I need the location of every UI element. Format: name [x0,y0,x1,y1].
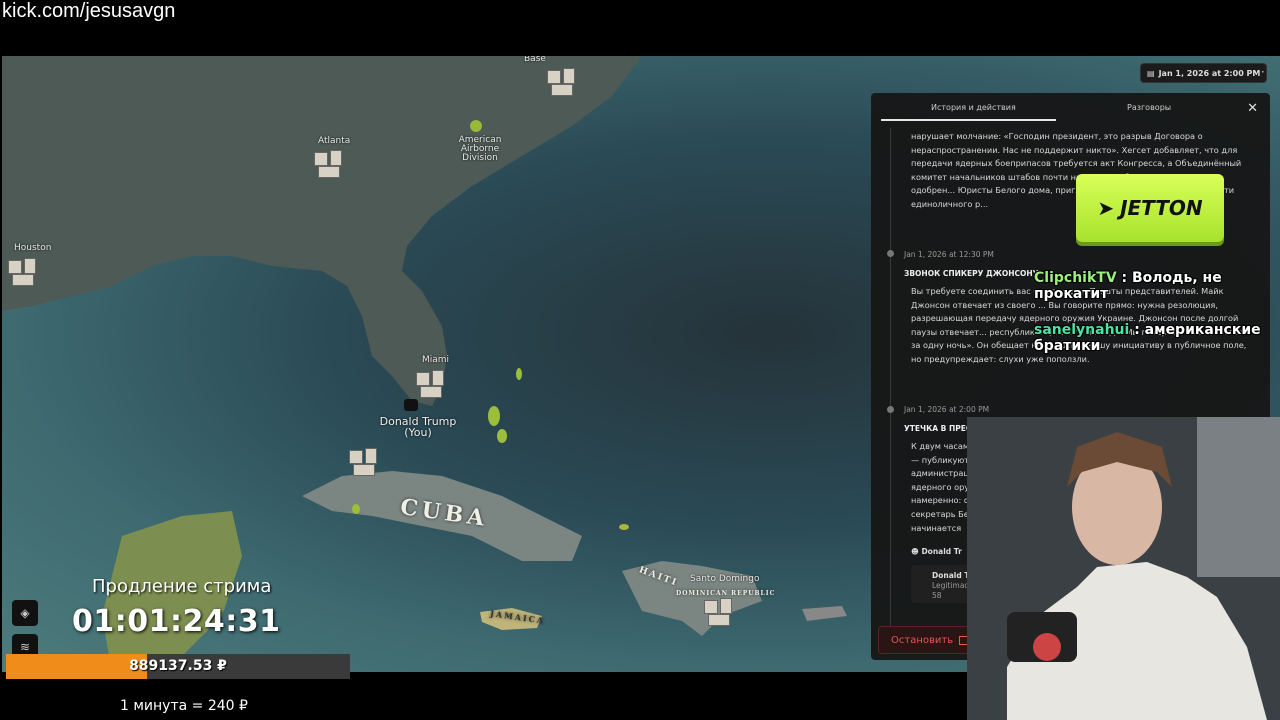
entry-3-text: К двум часам — публикуют администрац яде… [911,441,971,533]
streamer-webcam [967,417,1280,720]
chat-message-1: ClipchikTV : Володь, не прокатит [1034,270,1270,302]
atlanta-city-icon[interactable] [310,146,350,182]
jetton-plane-icon: ➤ [1097,196,1115,220]
sponsor-logo: ➤ JETTON [1076,174,1224,242]
entry-2-date: Jan 1, 2026 at 12:30 PM [904,250,994,259]
ellipsis-icon: ··· [1253,65,1265,79]
miami-city-icon[interactable] [412,366,452,402]
entry-2-dot [887,250,894,257]
author-card-stats: 58 [932,591,942,600]
entry-3-title: УТЕЧКА В ПРЕСС [904,424,977,433]
entry-3-date: Jan 1, 2026 at 2:00 PM [904,405,990,414]
entry-3-dot [887,406,894,413]
city-label-houston: Houston [14,243,52,253]
tab-history[interactable]: История и действия [931,103,1016,112]
close-icon[interactable]: ✕ [1247,101,1258,116]
stop-button[interactable]: Остановить [878,626,970,654]
donation-amount: 889137.53 ₽ [129,658,227,674]
entry-3-author: Donald Tr [921,547,962,556]
base-city-icon[interactable] [543,64,583,100]
player-label: Donald Trump (You) [374,416,462,438]
entry-2-title: ЗВОНОК СПИКЕРУ ДЖОНСОНУ [904,269,1039,278]
tab-active-indicator [881,119,1056,121]
sponsor-label: JETTON [1120,196,1203,220]
chat-username: sanelynahui [1034,322,1130,338]
donation-progress-bar: 889137.53 ₽ [6,654,350,679]
more-options-button[interactable]: ··· [1250,63,1268,83]
unit-label-airborne: American Airborne Division [458,135,502,163]
tab-conversations[interactable]: Разговоры [1127,103,1171,112]
stop-label: Остановить [891,634,954,646]
locate-button[interactable]: ◈ [12,600,38,626]
houston-city-icon[interactable] [4,254,44,290]
game-date: Jan 1, 2026 at 2:00 PM [1158,68,1261,78]
rate-text: 1 минута = 240 ₽ [120,698,248,714]
webcam-scene [967,417,1280,720]
timeline-line [890,128,891,638]
layers-icon: ≋ [19,640,31,654]
entry-3-author-row: ☻ Donald Tr [911,547,962,556]
chat-username: ClipchikTV [1034,270,1117,286]
timer-title: Продление стрима [92,576,272,597]
player-tag: (You) [404,426,432,439]
author-card-subtitle: Legitimac [932,581,969,590]
havana-city-icon[interactable] [345,444,385,480]
city-label-santo-domingo: Santo Domingo [690,574,760,584]
city-label-base: Base [524,56,546,64]
chat-overlay: ClipchikTV : Володь, не прокатит sanelyn… [1030,244,1270,364]
santo-domingo-city-icon[interactable] [700,594,740,630]
user-icon: ☻ [911,547,919,556]
military-unit-icon[interactable] [470,120,482,132]
city-label-atlanta: Atlanta [318,136,351,146]
crosshair-icon: ◈ [20,606,30,620]
calendar-icon: ▤ [1147,68,1155,78]
city-label-miami: Miami [422,355,450,365]
chat-message-2: sanelynahui : американские братики [1034,322,1270,354]
stream-url: kick.com/jesusavgn [2,0,176,22]
timer-value: 01:01:24:31 [72,604,281,639]
player-marker-icon[interactable] [404,399,418,411]
game-date-button[interactable]: ▤ Jan 1, 2026 at 2:00 PM [1140,63,1268,83]
